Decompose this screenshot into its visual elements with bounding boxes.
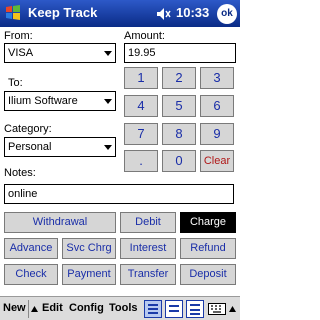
menu-tools[interactable]: Tools [109,302,138,315]
menu-new[interactable]: New [3,302,26,315]
key-6[interactable]: 6 [200,95,234,117]
charge-button[interactable]: Charge [180,212,236,233]
to-select[interactable]: Ilium Software [4,91,116,111]
amount-value: 19.95 [128,47,156,59]
category-select[interactable]: Personal [4,137,116,157]
windows-flag-icon[interactable] [4,4,22,22]
chevron-down-icon[interactable] [99,44,115,62]
clear-button[interactable]: Clear [200,150,234,172]
speaker-icon[interactable] [156,7,172,21]
menu-edit[interactable]: Edit [42,302,63,315]
title-bar: Keep Track 10:33 ok [0,0,240,27]
interest-button[interactable]: Interest [120,238,176,259]
category-label: Category: [4,123,52,135]
clock[interactable]: 10:33 [176,5,209,21]
refund-button[interactable]: Refund [180,238,236,259]
menu-config[interactable]: Config [69,302,104,315]
withdrawal-button[interactable]: Withdrawal [4,212,116,233]
grid-view-icon[interactable] [165,300,183,318]
list-view-icon[interactable] [144,300,162,318]
key-0[interactable]: 0 [162,150,196,172]
advance-button[interactable]: Advance [4,238,58,259]
check-button[interactable]: Check [4,264,58,285]
key-7[interactable]: 7 [124,123,158,145]
from-select[interactable]: VISA [4,43,116,63]
notes-value: online [8,188,38,200]
key-2[interactable]: 2 [162,67,196,89]
key-3[interactable]: 3 [200,67,234,89]
app-title: Keep Track [28,5,98,20]
key-1[interactable]: 1 [124,67,158,89]
from-label: From: [4,30,33,42]
from-value: VISA [8,47,34,59]
category-value: Personal [8,141,52,153]
chevron-down-icon[interactable] [99,138,115,156]
key-9[interactable]: 9 [200,123,234,145]
chevron-down-icon[interactable] [99,92,115,110]
deposit-button[interactable]: Deposit [180,264,236,285]
to-value: Ilium Software [8,95,78,107]
keyboard-icon[interactable] [208,303,226,315]
key-8[interactable]: 8 [162,123,196,145]
key-5[interactable]: 5 [162,95,196,117]
amount-label: Amount: [124,30,165,42]
notes-field[interactable]: online [4,184,234,204]
caret-up-icon[interactable] [31,306,38,312]
notes-label: Notes: [4,167,36,179]
ok-button[interactable]: ok [217,4,237,24]
menu-bar: New Edit Config Tools [0,296,240,320]
to-label: To: [8,77,23,89]
caret-up-icon[interactable] [229,306,236,312]
detail-view-icon[interactable] [186,300,204,318]
key-4[interactable]: 4 [124,95,158,117]
debit-button[interactable]: Debit [120,212,176,233]
key-decimal[interactable]: . [124,150,158,172]
svc-chrg-button[interactable]: Svc Chrg [62,238,116,259]
amount-field[interactable]: 19.95 [124,43,236,63]
menu-separator [28,300,29,318]
transfer-button[interactable]: Transfer [120,264,176,285]
payment-button[interactable]: Payment [62,264,116,285]
